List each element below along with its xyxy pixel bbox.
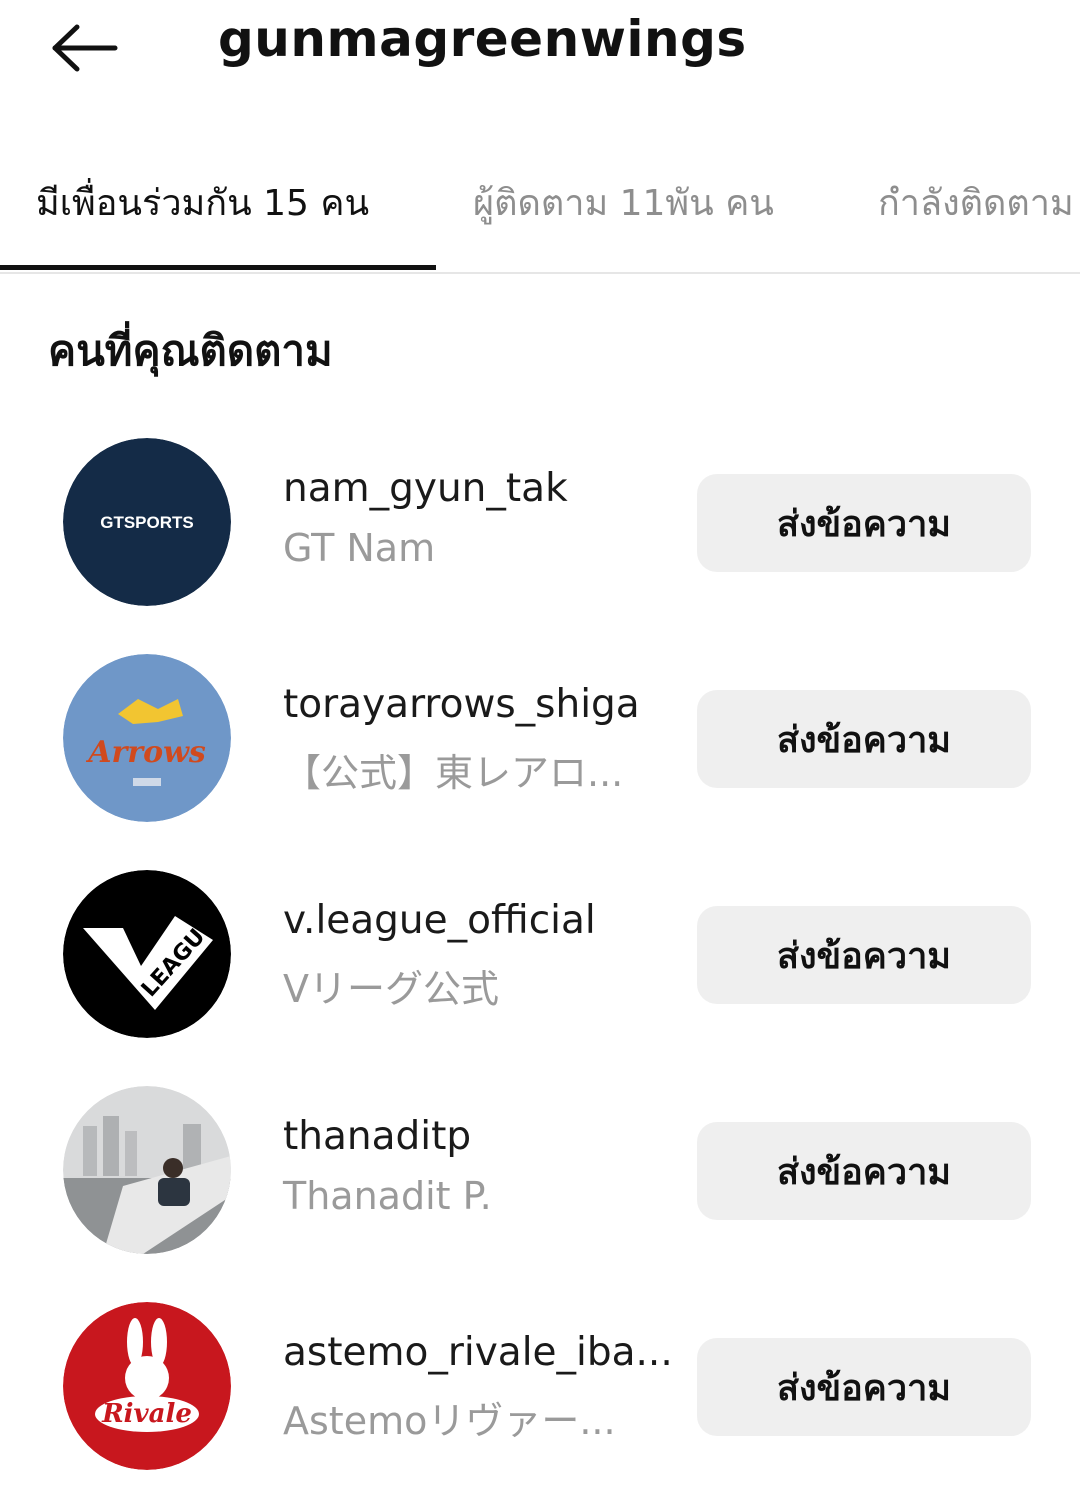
v-league-logo-icon: LEAGUE (63, 870, 231, 1038)
top-bar: gunmagreenwings (0, 0, 1080, 100)
page-title: gunmagreenwings (218, 10, 747, 68)
section-title: คนที่คุณติดตาม (48, 326, 333, 375)
svg-text:GTSPORTS: GTSPORTS (100, 513, 194, 532)
tab-following[interactable]: กำลังติดตาม (878, 174, 1074, 231)
avatar[interactable]: GTSPORTS (63, 438, 231, 606)
display-name: Astemoリヴァー... (283, 1399, 616, 1443)
tab-bar: มีเพื่อนร่วมกัน 15 คน ผู้ติดตาม 11พัน คน… (0, 160, 1080, 274)
list-item: Rivale astemo_rivale_iba... Astemoリヴァー..… (0, 1294, 1080, 1480)
arrow-left-icon (52, 24, 118, 72)
username[interactable]: astemo_rivale_iba... (283, 1330, 673, 1375)
avatar[interactable]: Arrows (63, 654, 231, 822)
message-button[interactable]: ส่งข้อความ (697, 690, 1031, 788)
tab-mutual-friends[interactable]: มีเพื่อนร่วมกัน 15 คน (36, 174, 369, 231)
username[interactable]: nam_gyun_tak (283, 466, 568, 511)
list-item: thanaditp Thanadit P. ส่งข้อความ (0, 1078, 1080, 1264)
rivale-logo-icon: Rivale (63, 1302, 231, 1470)
avatar[interactable]: Rivale (63, 1302, 231, 1470)
display-name: GT Nam (283, 526, 436, 570)
message-button[interactable]: ส่งข้อความ (697, 1122, 1031, 1220)
avatar[interactable] (63, 1086, 231, 1254)
message-button[interactable]: ส่งข้อความ (697, 906, 1031, 1004)
username[interactable]: thanaditp (283, 1114, 471, 1159)
avatar[interactable]: LEAGUE (63, 870, 231, 1038)
username[interactable]: torayarrows_shiga (283, 682, 640, 727)
list-item: LEAGUE v.league_official Vリーグ公式 ส่งข้อคว… (0, 862, 1080, 1048)
message-button[interactable]: ส่งข้อความ (697, 1338, 1031, 1436)
list-item: GTSPORTS nam_gyun_tak GT Nam ส่งข้อความ (0, 430, 1080, 616)
list-item: Arrows torayarrows_shiga 【公式】東レアロ... ส่ง… (0, 646, 1080, 832)
svg-text:Rivale: Rivale (101, 1399, 192, 1429)
display-name: 【公式】東レアロ... (283, 751, 624, 795)
username[interactable]: v.league_official (283, 898, 596, 943)
toray-arrows-logo-icon: Arrows (63, 654, 231, 822)
gtsports-logo-icon: GTSPORTS (63, 438, 231, 606)
display-name: Vリーグ公式 (283, 967, 499, 1011)
svg-text:Arrows: Arrows (85, 735, 206, 770)
active-tab-indicator (0, 265, 436, 270)
display-name: Thanadit P. (283, 1174, 492, 1218)
tab-followers[interactable]: ผู้ติดตาม 11พัน คน (473, 174, 774, 231)
back-button[interactable] (44, 18, 124, 78)
profile-photo-icon (63, 1086, 231, 1254)
message-button[interactable]: ส่งข้อความ (697, 474, 1031, 572)
